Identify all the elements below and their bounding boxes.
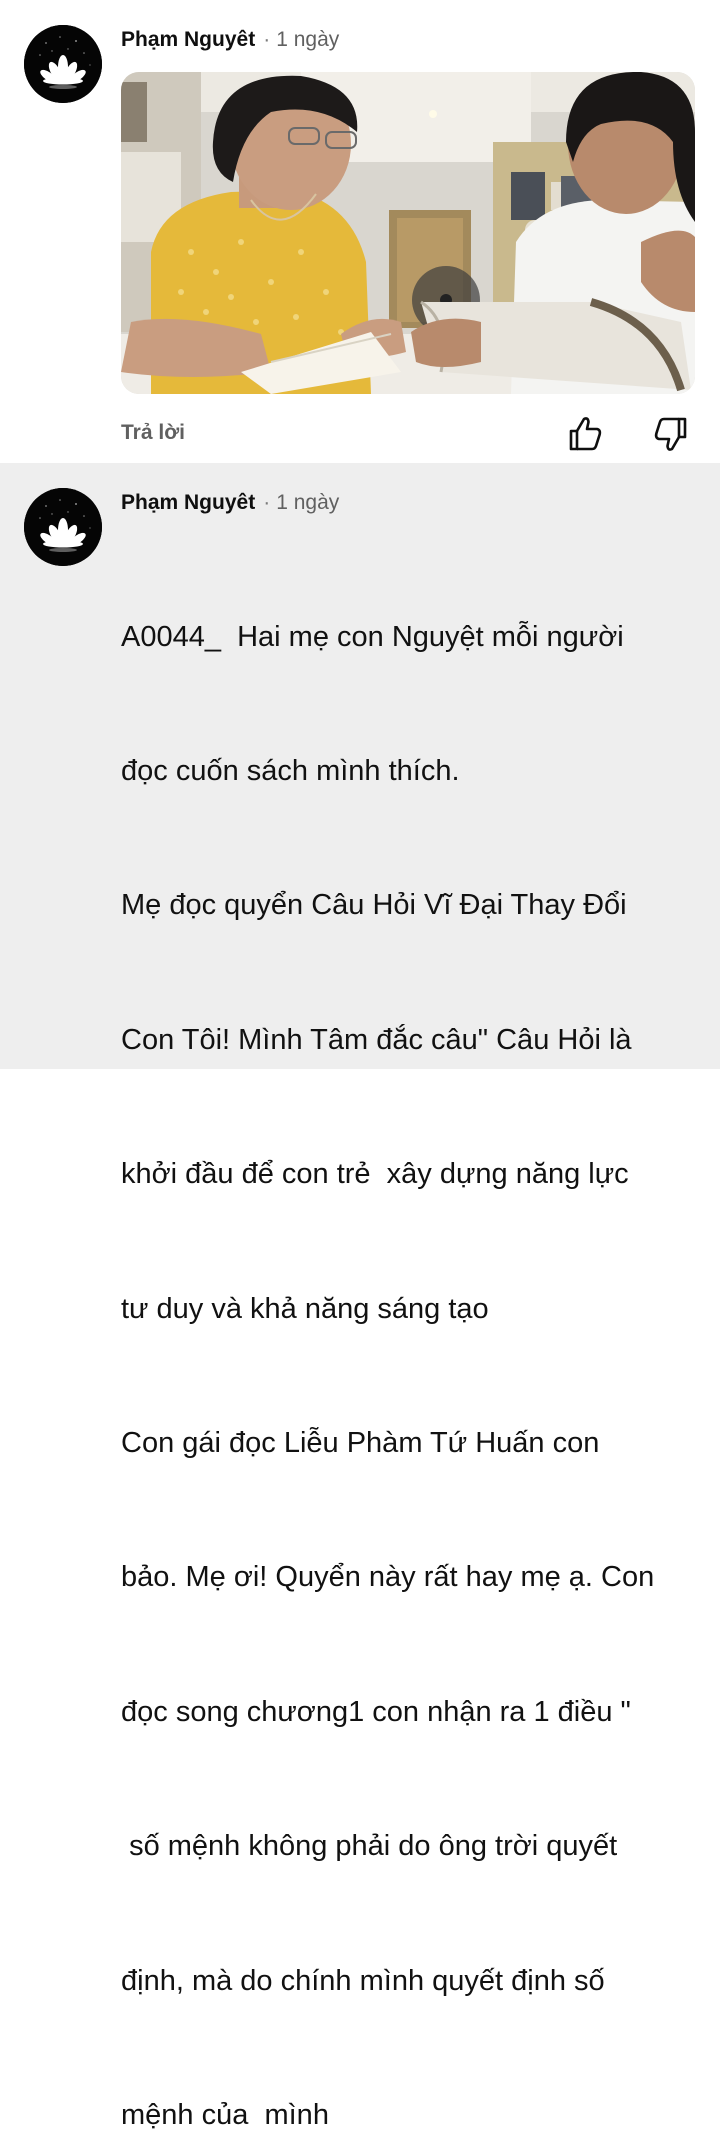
photo-image [121, 72, 695, 394]
comment-meta: Phạm Nguyêt · 1 ngày [121, 490, 339, 516]
thumb-down-icon[interactable] [652, 414, 692, 454]
comment-time: 1 ngày [276, 28, 340, 51]
comment-line: định, mà do chính mình quyết định số [121, 1964, 605, 1997]
comment-text: A0044_ Hai mẹ con Nguyệt mỗi người đọc c… [121, 525, 701, 2138]
avatar[interactable] [24, 25, 102, 103]
lotus-avatar-icon [24, 488, 102, 566]
comment-line: Con Tôi! Mình Tâm đắc câu" Câu Hỏi là [121, 1023, 632, 1056]
comment-line: Con gái đọc Liễu Phàm Tứ Huấn con [121, 1426, 600, 1459]
comment-meta: Phạm Nguyêt · 1 ngày [121, 27, 339, 53]
comment-line: khởi đầu để con trẻ xây dựng năng lực [121, 1158, 629, 1191]
comment-line: tư duy và khả năng sáng tạo [121, 1292, 489, 1325]
lotus-avatar-icon [24, 25, 102, 103]
comment-line: mệnh của mình [121, 2098, 329, 2131]
thumb-up-icon[interactable] [564, 414, 604, 454]
comment-actions: Trả lời [0, 412, 720, 456]
comment-photo[interactable] [121, 72, 695, 394]
meta-separator: · [263, 491, 271, 514]
author-name[interactable]: Phạm Nguyêt [121, 28, 255, 51]
comment-1: Phạm Nguyêt · 1 ngày Trả lời [0, 0, 720, 463]
author-name[interactable]: Phạm Nguyêt [121, 491, 255, 514]
comment-line: A0044_ Hai mẹ con Nguyệt mỗi người [121, 620, 624, 653]
comment-line: đọc cuốn sách mình thích. [121, 754, 460, 787]
reply-button[interactable]: Trả lời [121, 421, 185, 445]
comment-2: Phạm Nguyêt · 1 ngày A0044_ Hai mẹ con Ngu… [0, 463, 720, 2131]
comment-line: Mẹ đọc quyển Câu Hỏi Vĩ Đại Thay Đổi [121, 889, 627, 922]
comment-line: đọc song chương1 con nhận ra 1 điều " [121, 1695, 631, 1728]
avatar[interactable] [24, 488, 102, 566]
comment-line: số mệnh không phải do ông trời quyết [121, 1830, 618, 1863]
meta-separator: · [263, 28, 271, 51]
comment-line: bảo. Mẹ ơi! Quyển này rất hay mẹ ạ. Con [121, 1561, 655, 1594]
comment-time: 1 ngày [276, 491, 340, 514]
